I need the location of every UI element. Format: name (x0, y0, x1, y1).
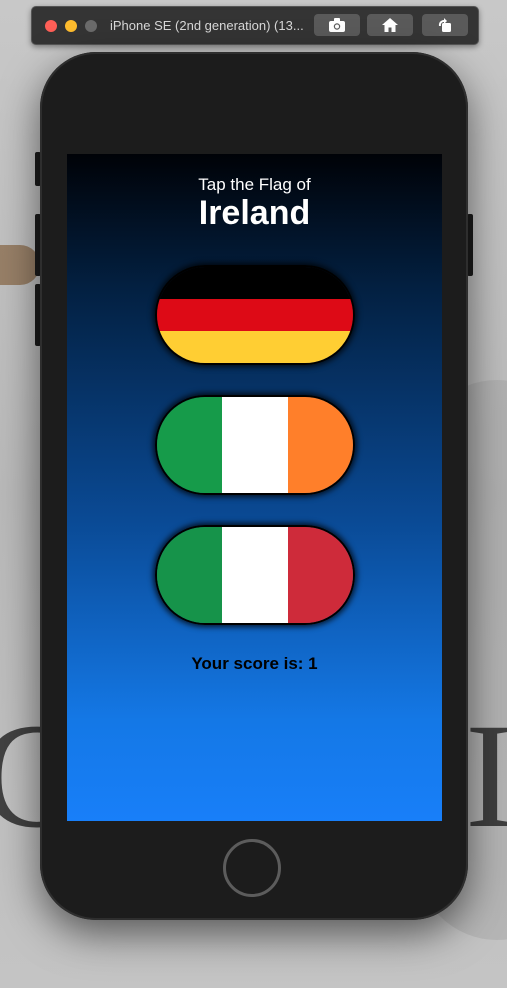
italy-flag-image (157, 527, 353, 623)
flag-button-italy[interactable] (155, 525, 355, 625)
flag-stripe (157, 299, 353, 331)
rotate-icon (438, 18, 451, 32)
flag-stripe (287, 527, 353, 623)
backdrop-shape (0, 245, 40, 285)
flag-button-germany[interactable] (155, 265, 355, 365)
flag-stripe (287, 397, 353, 493)
flag-button-ireland[interactable] (155, 395, 355, 495)
backdrop-glyph-right: I (465, 693, 507, 859)
close-window-button[interactable] (45, 20, 57, 32)
flag-stripe (157, 397, 223, 493)
flag-stripe (157, 331, 353, 363)
rotate-button[interactable] (422, 14, 468, 36)
screenshot-button[interactable] (314, 14, 360, 36)
minimize-window-button[interactable] (65, 20, 77, 32)
flag-stripe (157, 527, 223, 623)
ireland-flag-image (157, 397, 353, 493)
device-home-button[interactable] (223, 839, 281, 897)
simulator-titlebar: iPhone SE (2nd generation) (13... (31, 6, 479, 45)
question-prompt: Tap the Flag of (198, 175, 311, 194)
flag-stripe (222, 527, 288, 623)
score-label: Your score is: 1 (191, 654, 318, 673)
germany-flag-image (157, 267, 353, 363)
target-country-title: Ireland (198, 194, 311, 232)
app-screen: Tap the Flag of Ireland Your score is: 1 (67, 154, 442, 821)
flag-stripe (157, 267, 353, 299)
home-button[interactable] (367, 14, 413, 36)
home-icon (382, 18, 398, 32)
flag-stripe (222, 397, 288, 493)
camera-icon (329, 18, 345, 32)
zoom-window-button[interactable] (85, 20, 97, 32)
window-title: iPhone SE (2nd generation) (13... (110, 18, 304, 33)
